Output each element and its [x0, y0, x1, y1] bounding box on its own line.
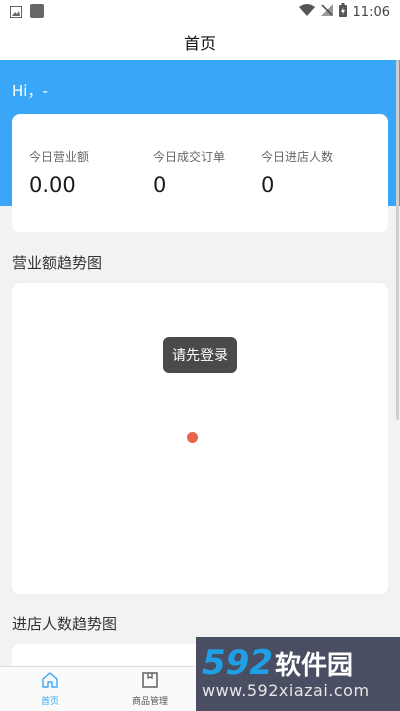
revenue-trend-title: 营业额趋势图	[12, 254, 103, 272]
stat-label: 今日进店人数	[261, 150, 334, 164]
revenue-trend-chart	[12, 283, 388, 594]
login-required-toast: 请先登录	[163, 337, 237, 373]
greeting-text: Hi，-	[12, 82, 48, 100]
stat-label: 今日营业额	[29, 150, 90, 164]
home-icon	[41, 671, 59, 692]
watermark-url: www.592xiazai.com	[202, 681, 370, 700]
tab-label: 首页	[40, 696, 59, 707]
no-signal-icon	[320, 4, 333, 20]
app-notification-icon	[30, 3, 44, 22]
today-stats-card: 今日营业额 0.00 今日成交订单 0 今日进店人数 0	[12, 114, 388, 232]
wifi-icon	[298, 4, 315, 20]
tab-home[interactable]: 首页	[0, 667, 100, 711]
watermark-number: 592	[202, 643, 273, 683]
stat-revenue: 今日营业额 0.00	[29, 148, 153, 232]
battery-charging-icon	[338, 3, 347, 21]
tab-label: 商品管理	[131, 696, 168, 707]
visitor-trend-title: 进店人数趋势图	[12, 615, 118, 633]
stat-label: 今日成交订单	[153, 150, 226, 164]
stat-value: 0	[153, 173, 167, 197]
watermark-text: 软件园	[274, 651, 353, 681]
stat-value: 0	[261, 173, 275, 197]
stat-visitors: 今日进店人数 0	[261, 148, 385, 232]
site-watermark: 592 软件园 www.592xiazai.com	[196, 637, 400, 711]
scrollbar[interactable]	[396, 60, 399, 420]
status-time: 11:06	[352, 4, 390, 20]
status-bar: 11:06	[0, 0, 400, 24]
loading-spinner-icon	[187, 432, 198, 443]
page-title: 首页	[0, 24, 400, 60]
image-notification-icon	[10, 3, 22, 22]
watermark-logo: 592 软件园	[202, 643, 392, 683]
tab-product-management[interactable]: 商品管理	[100, 667, 200, 711]
stat-value: 0.00	[29, 173, 76, 197]
box-icon	[141, 671, 159, 692]
stat-orders: 今日成交订单 0	[153, 148, 261, 232]
